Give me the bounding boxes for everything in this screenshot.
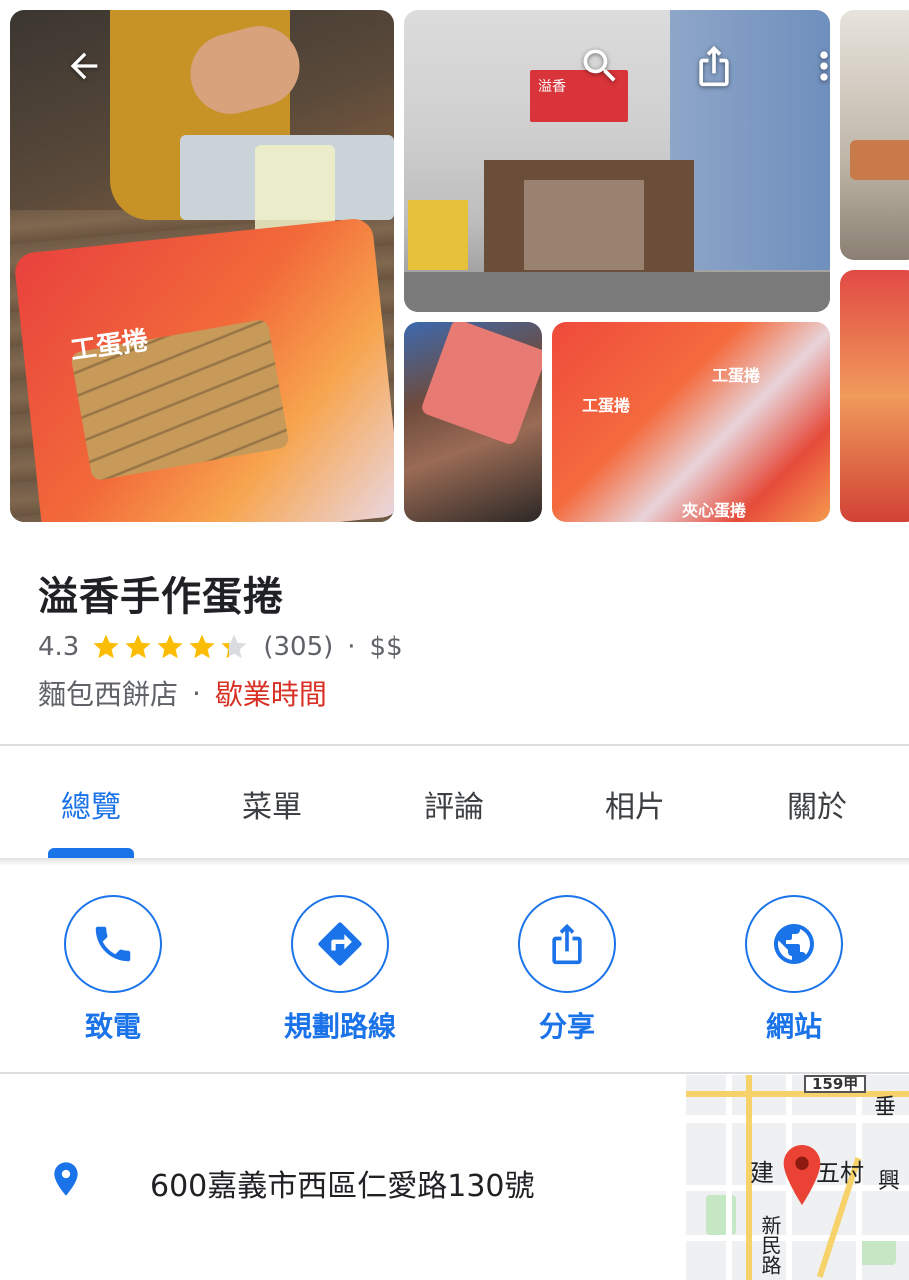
map-street-label: 新民路 [758,1215,782,1275]
review-count[interactable]: (305) [263,632,333,662]
photo-store-sign-text: 溢香 [538,79,566,95]
call-button[interactable]: 致電 [33,895,193,1045]
search-icon [583,49,616,82]
category-row: 麵包西餅店 · 歇業時間 [38,673,327,713]
photo-thumb-plate[interactable] [404,322,542,522]
separator-dot: · [347,632,356,662]
share-button[interactable]: 分享 [487,895,647,1045]
tab-active-indicator [48,848,134,858]
photo-thumb-packages[interactable]: 工蛋捲 工蛋捲 夾心蛋捲 [552,322,830,522]
map-road [726,1075,732,1280]
tab-menu[interactable]: 菜單 [207,782,337,826]
search-button[interactable] [576,42,624,90]
share-button-top[interactable] [690,42,738,90]
star-icon [125,634,151,659]
divider [0,1072,909,1074]
back-button[interactable] [60,42,108,90]
directions-button-circle[interactable] [291,895,389,993]
photo-road [404,272,830,312]
globe-icon [774,924,814,964]
tab-overview[interactable]: 總覽 [26,782,156,826]
website-button[interactable]: 網站 [714,895,874,1045]
photo-thumb-right-bottom[interactable] [840,270,909,522]
place-category: 麵包西餅店 [38,678,179,711]
photo-thumb-right-top[interactable] [840,10,909,260]
share-icon [699,45,729,87]
phone-icon [95,926,131,962]
place-title: 溢香手作蛋捲 [38,574,284,620]
opening-status[interactable]: 歇業時間 [215,673,327,713]
share-label: 分享 [538,1010,595,1043]
photo-thumb-label: 工蛋捲 [582,396,631,415]
rating-row[interactable]: 4.3 (305) · $$ [38,630,403,664]
photo-gallery[interactable]: 工蛋捲 溢香 工蛋捲 工蛋捲 夾心蛋捲 [0,0,909,530]
call-label: 致電 [84,1010,141,1043]
photo-thumb-label: 工蛋捲 [712,366,761,385]
website-label: 網站 [765,1010,822,1043]
map-label: 五村 [816,1159,864,1187]
location-pin-icon [46,1155,86,1207]
website-button-circle[interactable] [745,895,843,993]
star-icon [157,634,183,659]
star-icon [93,634,119,659]
photo-thumb-label: 夾心蛋捲 [682,501,747,520]
share-button-circle[interactable] [518,895,616,993]
more-vert-icon [820,51,828,81]
map-label: 興 [878,1169,901,1194]
directions-button[interactable]: 規劃路線 [260,895,420,1045]
tab-photos[interactable]: 相片 [570,782,700,826]
photo-shopfront [484,160,694,280]
rating-value: 4.3 [38,632,80,662]
share-icon [552,923,582,965]
tab-bar-shadow [0,858,909,866]
price-level: $$ [369,632,403,662]
address-text: 600嘉義市西區仁愛路130號 [150,1169,535,1204]
directions-icon [318,922,362,966]
map-thumbnail[interactable]: 159甲 垂 建 五村 興 新民路 [686,1075,909,1280]
tab-bar: 總覽 菜單 評論 相片 關於 [0,746,909,858]
photo-banner [408,200,468,270]
rating-stars [91,632,251,662]
address-row[interactable]: 600嘉義市西區仁愛路130號 [0,1075,686,1280]
tab-about[interactable]: 關於 [752,782,882,826]
map-marker-icon [782,1145,822,1209]
more-options-button[interactable] [800,42,848,90]
map-label: 建 [750,1159,774,1187]
map-route-badge: 159甲 [804,1075,867,1093]
map-road [686,1235,909,1241]
call-button-circle[interactable] [64,895,162,993]
separator-dot: · [192,676,201,710]
tab-reviews[interactable]: 評論 [389,782,519,826]
directions-label: 規劃路線 [283,1010,396,1043]
arrow-back-icon [70,52,98,80]
map-label: 垂 [874,1095,897,1120]
star-icon [189,634,215,659]
star-icon [221,634,247,659]
